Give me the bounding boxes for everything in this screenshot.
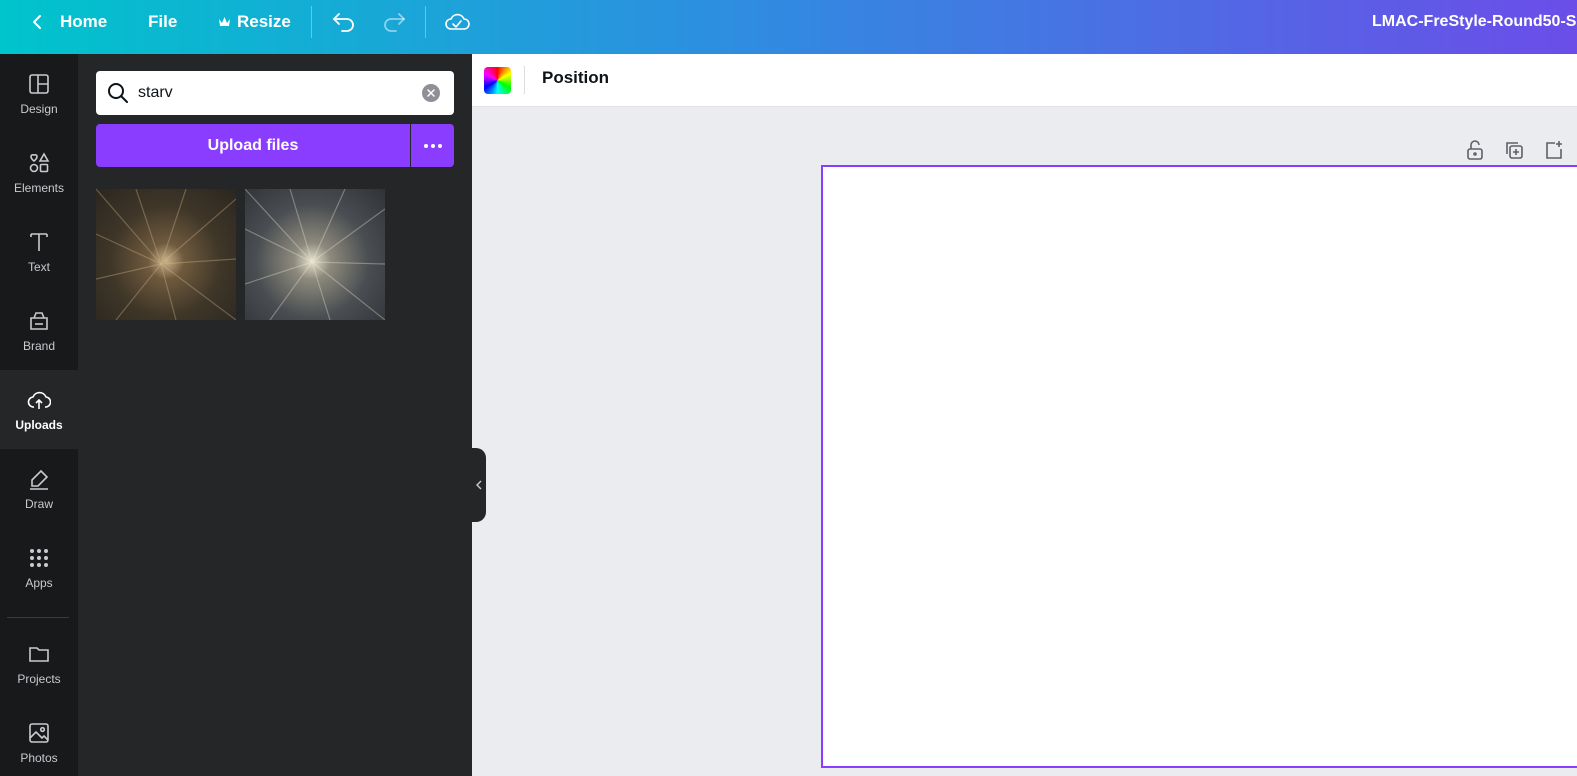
topbar-divider: [425, 6, 426, 38]
rail-item-label: Elements: [13, 180, 65, 195]
top-bar: Home File Resize LMAC-FreStyle-Round50-S…: [0, 0, 1577, 54]
unlock-icon: [1467, 140, 1483, 160]
more-dot: [423, 143, 428, 148]
duplicate-page-button[interactable]: [1503, 139, 1525, 161]
search-icon: [108, 83, 128, 103]
add-page-icon: [1546, 141, 1562, 159]
rail-item-brand[interactable]: Brand: [0, 291, 78, 370]
rail-item-design[interactable]: Design: [0, 54, 78, 133]
design-page[interactable]: [821, 165, 1577, 768]
upload-thumbnail[interactable]: [96, 189, 236, 320]
left-rail: Design Elements Text Brand Uploads Draw …: [0, 54, 78, 776]
folder-icon: [29, 646, 49, 662]
position-button[interactable]: Position: [542, 68, 609, 88]
search-input[interactable]: [138, 77, 408, 109]
pen-icon: [30, 469, 49, 490]
shapes-icon: [29, 151, 50, 172]
grid-icon: [30, 548, 48, 567]
rail-item-uploads[interactable]: Uploads: [0, 370, 78, 449]
cloud-check-icon: [445, 13, 470, 30]
redo-icon: [384, 13, 406, 32]
rail-divider: [7, 617, 69, 618]
collapse-panel-handle[interactable]: [472, 448, 486, 522]
redo-button[interactable]: [382, 0, 406, 44]
file-menu-button[interactable]: File: [148, 0, 177, 44]
color-picker-button[interactable]: [484, 67, 511, 94]
uploads-panel: Upload files: [78, 54, 472, 776]
rail-item-photos[interactable]: Photos: [0, 703, 78, 776]
rail-item-apps[interactable]: Apps: [0, 528, 78, 607]
rail-item-projects[interactable]: Projects: [0, 624, 78, 703]
search-box: [96, 71, 454, 115]
chevron-left-icon: [476, 480, 482, 490]
more-dot: [437, 143, 442, 148]
document-title[interactable]: LMAC-FreStyle-Round50-SI: [1372, 0, 1577, 44]
starburst-image: [96, 189, 236, 320]
lock-page-button[interactable]: [1464, 139, 1486, 161]
chevron-left-icon: [33, 15, 41, 29]
duplicate-icon: [1506, 142, 1523, 159]
layout-icon: [29, 73, 49, 94]
crown-icon: [219, 17, 230, 26]
rail-item-label: Design: [20, 101, 58, 116]
upload-thumbnail[interactable]: [245, 189, 385, 320]
more-options-button[interactable]: [411, 124, 454, 167]
resize-button[interactable]: Resize: [218, 0, 291, 44]
more-dot: [430, 143, 435, 148]
save-status-button[interactable]: [444, 0, 470, 44]
add-page-button[interactable]: [1543, 139, 1565, 161]
rail-item-label: Projects: [17, 671, 61, 686]
file-label: File: [148, 12, 178, 31]
rail-item-elements[interactable]: Elements: [0, 133, 78, 212]
resize-label: Resize: [237, 12, 291, 31]
brand-icon: [30, 311, 48, 330]
rail-item-label: Apps: [25, 575, 53, 590]
topbar-divider: [311, 6, 312, 38]
editor-toolbar: Position: [472, 54, 1577, 107]
undo-button[interactable]: [332, 0, 356, 44]
toolbar-divider: [524, 66, 525, 94]
upload-files-button[interactable]: Upload files: [96, 124, 410, 167]
rail-item-text[interactable]: Text: [0, 212, 78, 291]
home-label: Home: [60, 12, 108, 31]
text-icon: [30, 232, 48, 251]
rail-item-draw[interactable]: Draw: [0, 449, 78, 528]
rail-item-label: Brand: [22, 338, 56, 353]
starburst-image: [245, 189, 385, 320]
home-button[interactable]: Home: [30, 0, 107, 44]
rail-item-label: Uploads: [15, 417, 63, 432]
close-icon: [427, 89, 435, 97]
rail-item-label: Photos: [20, 750, 58, 765]
rail-item-label: Text: [27, 259, 50, 274]
undo-icon: [332, 13, 354, 32]
clear-search-button[interactable]: [422, 84, 440, 102]
image-icon: [29, 722, 49, 743]
cloud-upload-icon: [27, 391, 51, 409]
rail-item-label: Draw: [24, 496, 53, 511]
